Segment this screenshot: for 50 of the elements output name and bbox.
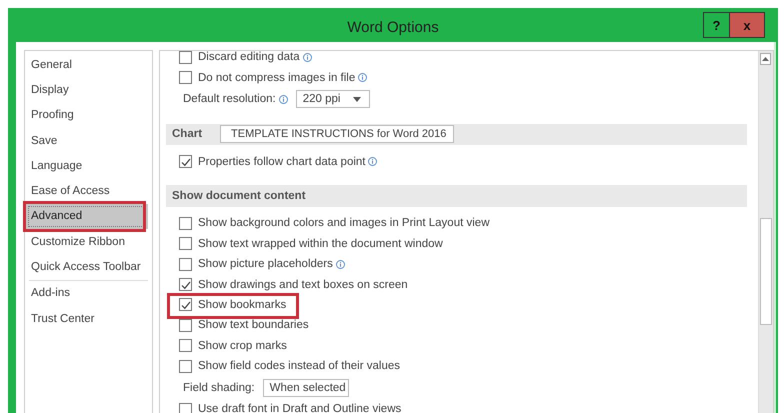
sidebar-item[interactable]: Language (26, 153, 148, 178)
checkbox[interactable] (179, 402, 192, 413)
scrollbar[interactable] (758, 51, 773, 413)
checkbox[interactable] (179, 360, 192, 373)
section-title: Chart (172, 128, 202, 140)
option-label: Show background colors and images in Print Layout view (198, 217, 490, 230)
checkbox[interactable] (179, 258, 192, 271)
option-label: Use draft font in Draft and Outline views (198, 403, 402, 413)
sidebar-item[interactable]: Quick Access Toolbar (26, 254, 148, 280)
caret-icon (352, 96, 361, 102)
checkbox[interactable] (179, 278, 192, 292)
sidebar-item[interactable]: Ease of Access (26, 178, 148, 204)
sidebar-item[interactable]: Display (26, 77, 148, 103)
option-label: Show field codes instead of their values (198, 360, 400, 372)
checkbox[interactable] (179, 318, 192, 332)
checkbox[interactable] (179, 339, 192, 352)
sidebar-item[interactable]: Add-ins (26, 280, 148, 306)
dropdown[interactable]: 220 ppi (296, 90, 370, 108)
checkbox[interactable] (179, 298, 192, 312)
checkbox[interactable] (179, 50, 192, 64)
scroll-up-button[interactable] (760, 53, 771, 65)
checkbox[interactable] (179, 71, 192, 84)
option-label: Show text wrapped within the document window (198, 238, 443, 250)
close-button[interactable]: x (729, 12, 765, 38)
sidebar-item[interactable]: Proofing (26, 102, 148, 128)
sidebar-item[interactable]: Trust Center (26, 306, 148, 332)
sidebar-item[interactable]: Customize Ribbon (26, 229, 148, 254)
sidebar-item[interactable]: Advanced (26, 204, 148, 230)
sidebar-item[interactable]: Save (26, 128, 148, 154)
sidebar-item[interactable]: General (26, 52, 148, 78)
checkbox[interactable] (179, 216, 192, 230)
checkbox[interactable] (179, 155, 192, 168)
dropdown[interactable]: When selected (262, 378, 349, 397)
option-label: Properties follow chart data point (198, 156, 366, 168)
scroll-thumb[interactable] (760, 218, 772, 325)
option-label: Show drawings and text boxes on screen (198, 278, 408, 291)
option-label: Discard editing data (198, 51, 300, 64)
field-label: Default resolution: (183, 93, 276, 106)
checkbox[interactable] (179, 237, 192, 250)
window-title: Word Options (347, 18, 439, 36)
option-label: Show crop marks (198, 340, 287, 352)
dropdown[interactable]: TEMPLATE INSTRUCTIONS for Word 2016 (220, 125, 454, 144)
field-label: Field shading: (183, 382, 255, 394)
section-title: Show document content (172, 190, 306, 202)
option-label: Show bookmarks (198, 298, 286, 311)
option-label: Do not compress images in file (198, 72, 356, 84)
option-label: Show text boundaries (198, 319, 309, 332)
option-label: Show picture placeholders (198, 258, 333, 270)
arrow-up-icon (762, 57, 769, 61)
help-button[interactable]: ? (703, 12, 729, 38)
